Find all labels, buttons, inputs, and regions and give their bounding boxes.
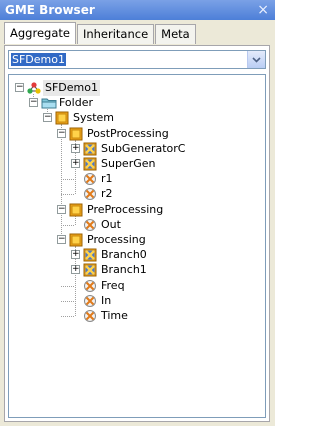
tree-node[interactable]: + Branch0 xyxy=(9,247,259,263)
tree-node-label: SuperGen xyxy=(101,157,156,170)
tree-node-label: Freq xyxy=(101,278,125,292)
tree-connector xyxy=(61,285,74,287)
collapse-icon[interactable]: − xyxy=(57,235,66,244)
dropdown-button[interactable] xyxy=(247,51,265,68)
folder-icon xyxy=(41,96,57,110)
tree-node[interactable]: In xyxy=(9,293,259,309)
tree-node-label: In xyxy=(101,293,112,307)
component-icon xyxy=(83,157,97,171)
tree-node[interactable]: Freq xyxy=(9,278,259,294)
tree-connector xyxy=(61,300,74,302)
tree-node-label: Out xyxy=(101,217,121,231)
tree-node-label: PostProcessing xyxy=(87,126,169,140)
tree-node[interactable]: r1 xyxy=(9,171,259,187)
collapse-icon[interactable]: − xyxy=(43,113,52,123)
project-icon xyxy=(27,81,41,95)
collapse-icon[interactable]: − xyxy=(57,204,66,214)
collapse-icon[interactable]: − xyxy=(15,83,24,92)
close-icon[interactable]: × xyxy=(257,0,269,20)
port-icon xyxy=(83,294,97,308)
tree-node[interactable]: + Branch1 xyxy=(9,262,259,278)
tree-node[interactable]: − SFDemo1 xyxy=(9,80,259,96)
browser-panel: Aggregate Inheritance Meta SFDemo1 − SFDe… xyxy=(0,20,275,426)
tree-node[interactable]: + SuperGen xyxy=(9,156,259,172)
tree-node-label: r1 xyxy=(101,172,113,186)
expand-icon[interactable]: + xyxy=(71,159,80,168)
tab-aggregate[interactable]: Aggregate xyxy=(4,22,76,44)
tree-node-label: r2 xyxy=(101,187,113,201)
chevron-down-icon xyxy=(252,56,261,63)
tree-node[interactable]: − Folder xyxy=(9,95,259,111)
model-icon xyxy=(69,127,83,141)
expand-icon[interactable]: + xyxy=(71,143,80,153)
tree-node[interactable]: − System xyxy=(9,110,259,126)
port-icon xyxy=(83,218,97,232)
tree-node-label: Folder xyxy=(59,96,93,110)
tab-meta[interactable]: Meta xyxy=(155,24,196,44)
window-title: GME Browser xyxy=(5,3,95,17)
tree-node-label: Branch0 xyxy=(101,248,147,262)
tree-connector xyxy=(61,316,74,317)
model-icon xyxy=(55,111,69,125)
component-icon xyxy=(83,248,97,262)
tree-node[interactable]: − PreProcessing xyxy=(9,202,259,218)
port-icon xyxy=(83,309,97,323)
tree-connector xyxy=(61,179,74,181)
tree-node-label: PreProcessing xyxy=(87,202,164,216)
tree-node-label: SubGeneratorC xyxy=(101,141,186,155)
tree-node[interactable]: − Processing xyxy=(9,232,259,248)
port-icon xyxy=(83,187,97,201)
tree-node-label: System xyxy=(73,111,115,125)
tree-node[interactable]: Out xyxy=(9,217,259,233)
tree-node-label: Processing xyxy=(87,233,146,246)
tree-node-label: Time xyxy=(101,309,128,322)
tab-inheritance[interactable]: Inheritance xyxy=(76,24,155,44)
port-icon xyxy=(83,172,97,186)
model-icon xyxy=(69,203,83,217)
project-combo[interactable]: SFDemo1 xyxy=(8,50,266,69)
tree-node[interactable]: − PostProcessing xyxy=(9,126,259,142)
port-icon xyxy=(83,279,97,293)
tree-node-label: SFDemo1 xyxy=(43,80,100,96)
tree-node[interactable]: + SubGeneratorC xyxy=(9,141,259,157)
tree-node-label: Branch1 xyxy=(101,263,147,277)
expand-icon[interactable]: + xyxy=(71,265,80,275)
object-tree[interactable]: − SFDemo1− Folder − System − PostProcessing + Su… xyxy=(8,74,266,418)
window-title-bar: GME Browser × xyxy=(0,0,275,20)
project-combo-value: SFDemo1 xyxy=(11,53,66,66)
model-icon xyxy=(69,233,83,247)
collapse-icon[interactable]: − xyxy=(57,128,66,138)
expand-icon[interactable]: + xyxy=(71,250,80,260)
tree-connector xyxy=(61,224,74,226)
tab-content: SFDemo1 − SFDemo1− Folder − System − PostProce… xyxy=(4,45,270,422)
tree-node[interactable]: Time xyxy=(9,308,259,324)
component-icon xyxy=(83,263,97,277)
component-icon xyxy=(83,142,97,156)
tree-connector xyxy=(61,194,74,196)
collapse-icon[interactable]: − xyxy=(29,98,38,108)
tree-node[interactable]: r2 xyxy=(9,186,259,202)
tab-strip: Aggregate Inheritance Meta xyxy=(4,22,197,45)
